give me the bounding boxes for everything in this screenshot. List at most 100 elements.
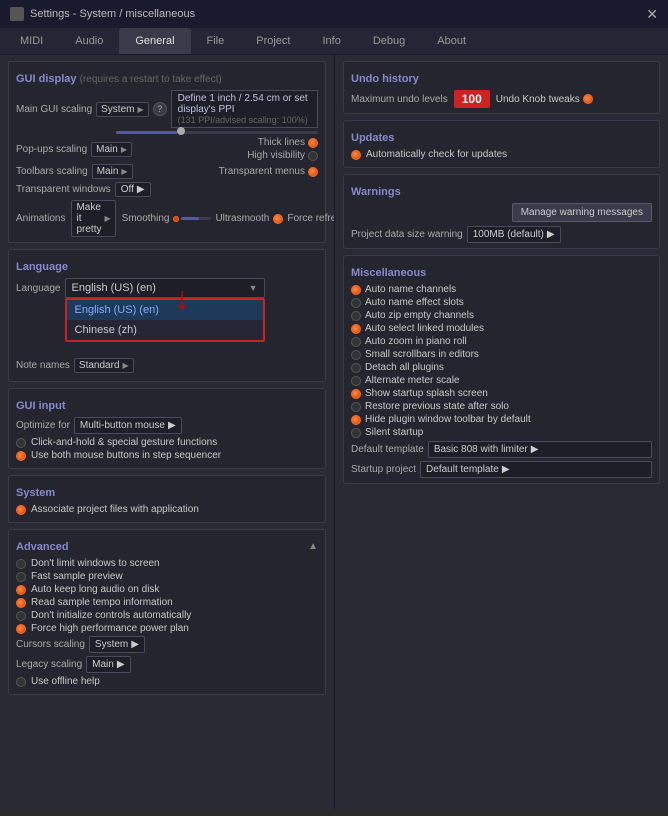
startup-project-row: Startup project Default template ▶ <box>351 461 652 478</box>
language-section: Language Language English (US) (en) ▼ En… <box>8 249 326 382</box>
misc-radio-3[interactable] <box>351 324 361 334</box>
tab-project[interactable]: Project <box>240 28 306 54</box>
language-header: Language <box>16 261 318 273</box>
transp-arrow-icon: ▶ <box>137 184 145 195</box>
project-data-size-dropdown[interactable]: 100MB (default) ▶ <box>467 226 561 243</box>
both-mouse-row: Use both mouse buttons in step sequencer <box>16 450 318 461</box>
misc-radio-1[interactable] <box>351 298 361 308</box>
tab-debug[interactable]: Debug <box>357 28 421 54</box>
auto-check-row: Automatically check for updates <box>351 149 652 160</box>
system-header: System <box>16 487 318 499</box>
updates-header: Updates <box>351 132 652 144</box>
misc-item-6: Detach all plugins <box>351 362 652 373</box>
main-gui-scaling-dropdown[interactable]: System ▶ <box>96 102 149 117</box>
toolbars-scaling-dropdown[interactable]: Main ▶ <box>92 164 133 179</box>
ultrasmooth-radio[interactable] <box>273 214 283 224</box>
misc-radio-11[interactable] <box>351 428 361 438</box>
gui-display-section: GUI display (requires a restart to take … <box>8 61 326 243</box>
language-option-english[interactable]: English (US) (en) <box>67 300 263 320</box>
misc-item-10: Hide plugin window toolbar by default <box>351 414 652 425</box>
updates-section: Updates Automatically check for updates <box>343 120 660 168</box>
help-button[interactable]: ? <box>153 102 167 116</box>
high-visibility-radio[interactable] <box>308 151 318 161</box>
close-button[interactable]: ✕ <box>646 7 658 21</box>
transparent-windows-dropdown[interactable]: Off ▶ <box>115 182 151 197</box>
misc-item-3: Auto select linked modules <box>351 323 652 334</box>
misc-radio-0[interactable] <box>351 285 361 295</box>
undo-history-header: Undo history <box>351 73 652 85</box>
auto-keep-radio[interactable] <box>16 585 26 595</box>
both-mouse-radio[interactable] <box>16 451 26 461</box>
misc-radio-7[interactable] <box>351 376 361 386</box>
smoothing-slider[interactable] <box>181 217 211 220</box>
thick-lines-radio[interactable] <box>308 138 318 148</box>
ppi-slider[interactable] <box>116 131 318 134</box>
read-sample-row: Read sample tempo information <box>16 597 318 608</box>
misc-radio-4[interactable] <box>351 337 361 347</box>
associate-files-radio[interactable] <box>16 505 26 515</box>
misc-radio-8[interactable] <box>351 389 361 399</box>
optimize-dropdown[interactable]: Multi-button mouse ▶ <box>74 417 182 434</box>
default-template-dropdown[interactable]: Basic 808 with limiter ▶ <box>428 441 652 458</box>
tab-general[interactable]: General <box>119 28 190 54</box>
default-template-label: Default template <box>351 444 424 455</box>
force-perf-row: Force high performance power plan <box>16 623 318 634</box>
project-data-size-label: Project data size warning <box>351 229 463 240</box>
optimize-row: Optimize for Multi-button mouse ▶ <box>16 417 318 434</box>
popups-scaling-dropdown[interactable]: Main ▶ <box>91 142 132 157</box>
popups-scaling-row: Pop-ups scaling Main ▶ Thick lines High … <box>16 137 318 161</box>
project-data-size-row: Project data size warning 100MB (default… <box>351 226 652 243</box>
dont-init-radio[interactable] <box>16 611 26 621</box>
misc-radio-6[interactable] <box>351 363 361 373</box>
note-names-arrow-icon: ▶ <box>123 361 129 370</box>
animations-arrow-icon: ▶ <box>104 214 110 223</box>
misc-item-4: Auto zoom in piano roll <box>351 336 652 347</box>
legacy-scaling-dropdown[interactable]: Main ▶ <box>86 656 130 673</box>
language-option-chinese[interactable]: Chinese (zh) <box>67 320 263 340</box>
fast-sample-row: Fast sample preview <box>16 571 318 582</box>
high-visibility-opt: High visibility <box>247 150 318 161</box>
misc-radio-10[interactable] <box>351 415 361 425</box>
tab-midi[interactable]: MIDI <box>4 28 59 54</box>
startup-project-dropdown[interactable]: Default template ▶ <box>420 461 652 478</box>
dont-limit-row: Don't limit windows to screen <box>16 558 318 569</box>
tab-audio[interactable]: Audio <box>59 28 119 54</box>
note-names-dropdown[interactable]: Standard ▶ <box>74 358 134 373</box>
offline-help-radio[interactable] <box>16 677 26 687</box>
popups-scaling-label: Pop-ups scaling <box>16 144 87 155</box>
misc-radio-5[interactable] <box>351 350 361 360</box>
right-panel: Undo history Maximum undo levels 100 Und… <box>335 55 668 809</box>
max-undo-value[interactable]: 100 <box>454 90 490 108</box>
fast-sample-radio[interactable] <box>16 572 26 582</box>
app-icon <box>10 7 24 21</box>
tabs-bar: MIDI Audio General File Project Info Deb… <box>0 28 668 55</box>
misc-radio-2[interactable] <box>351 311 361 321</box>
offline-help-row: Use offline help <box>16 676 318 687</box>
dropdown-arrow-icon: ▶ <box>137 105 143 114</box>
legacy-arrow-icon: ▶ <box>117 659 125 670</box>
dont-limit-radio[interactable] <box>16 559 26 569</box>
cursors-scaling-dropdown[interactable]: System ▶ <box>89 636 145 653</box>
undo-knob-radio[interactable] <box>583 94 593 104</box>
misc-item-1: Auto name effect slots <box>351 297 652 308</box>
tab-about[interactable]: About <box>421 28 482 54</box>
force-perf-radio[interactable] <box>16 624 26 634</box>
toolbars-scaling-row: Toolbars scaling Main ▶ Transparent menu… <box>16 164 318 179</box>
click-hold-radio[interactable] <box>16 438 26 448</box>
misc-radio-9[interactable] <box>351 402 361 412</box>
left-panel: GUI display (requires a restart to take … <box>0 55 335 809</box>
collapse-button[interactable]: ▲ <box>308 541 318 552</box>
animations-dropdown[interactable]: Make it pretty ▶ <box>71 200 115 237</box>
auto-check-radio[interactable] <box>351 150 361 160</box>
click-hold-row: Click-and-hold & special gesture functio… <box>16 437 318 448</box>
transparent-menus-radio[interactable] <box>308 167 318 177</box>
language-dropdown[interactable]: English (US) (en) ▼ <box>65 278 265 298</box>
tab-info[interactable]: Info <box>307 28 357 54</box>
read-sample-radio[interactable] <box>16 598 26 608</box>
main-gui-scaling-label: Main GUI scaling <box>16 104 92 115</box>
misc-item-8: Show startup splash screen <box>351 388 652 399</box>
title-bar: Settings - System / miscellaneous ✕ <box>0 0 668 28</box>
tab-file[interactable]: File <box>191 28 241 54</box>
manage-warnings-button[interactable]: Manage warning messages <box>512 203 652 222</box>
misc-item-2: Auto zip empty channels <box>351 310 652 321</box>
